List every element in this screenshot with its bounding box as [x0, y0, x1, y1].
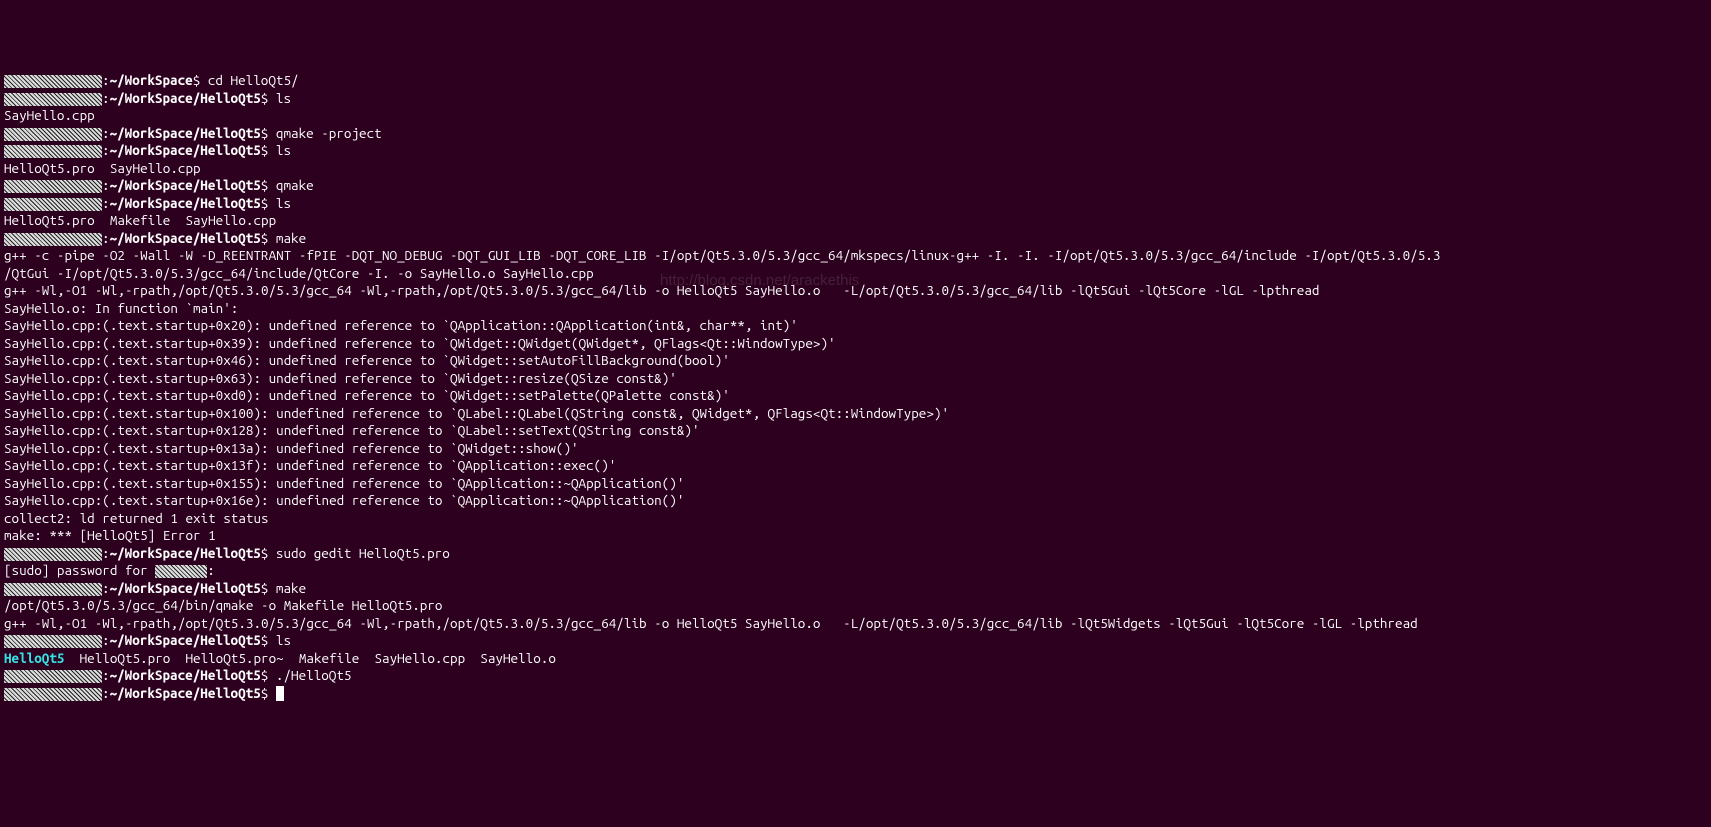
output-line: HelloQt5.pro SayHello.cpp — [4, 160, 201, 176]
output-line: HelloQt5.pro Makefile SayHello.cpp — [4, 212, 276, 228]
user-host-redacted — [4, 233, 102, 246]
output-line: /QtGui -I/opt/Qt5.3.0/5.3/gcc_64/include… — [4, 265, 594, 281]
error-line: SayHello.cpp:(.text.startup+0xd0): undef… — [4, 387, 730, 403]
command-input: make — [276, 580, 306, 596]
error-line: SayHello.cpp:(.text.startup+0x155): unde… — [4, 475, 684, 491]
output-line: [sudo] password for — [4, 562, 155, 578]
command-input: ls — [276, 142, 291, 158]
error-line: SayHello.cpp:(.text.startup+0x100): unde… — [4, 405, 949, 421]
output-line: SayHello.o: In function `main': — [4, 300, 238, 316]
prompt: : — [102, 72, 110, 88]
output-line: g++ -Wl,-O1 -Wl,-rpath,/opt/Qt5.3.0/5.3/… — [4, 282, 1327, 298]
error-line: SayHello.cpp:(.text.startup+0x46): undef… — [4, 352, 730, 368]
output-line: g++ -Wl,-O1 -Wl,-rpath,/opt/Qt5.3.0/5.3/… — [4, 615, 1425, 631]
user-host-redacted — [4, 548, 102, 561]
output-line: SayHello.cpp — [4, 107, 95, 123]
error-line: SayHello.cpp:(.text.startup+0x16e): unde… — [4, 492, 684, 508]
command-input: make — [276, 230, 306, 246]
output-line: /opt/Qt5.3.0/5.3/gcc_64/bin/qmake -o Mak… — [4, 597, 442, 613]
user-host-redacted — [4, 128, 102, 141]
user-host-redacted — [4, 688, 102, 701]
executable-file: HelloQt5 — [4, 650, 64, 666]
command-input: qmake -project — [276, 125, 382, 141]
output-line: make: *** [HelloQt5] Error 1 — [4, 527, 216, 543]
command-input: ls — [276, 195, 291, 211]
command-input: ls — [276, 90, 291, 106]
terminal[interactable]: :~/WorkSpace$ cd HelloQt5/ :~/WorkSpace/… — [4, 72, 1707, 702]
cwd: ~/WorkSpace — [110, 72, 193, 88]
error-line: SayHello.cpp:(.text.startup+0x13f): unde… — [4, 457, 616, 473]
cwd: ~/WorkSpace/HelloQt5 — [110, 90, 261, 106]
output-line: collect2: ld returned 1 exit status — [4, 510, 269, 526]
command-input: ./HelloQt5 — [276, 667, 352, 683]
output-line: HelloQt5.pro HelloQt5.pro~ Makefile SayH… — [64, 650, 555, 666]
error-line: SayHello.cpp:(.text.startup+0x128): unde… — [4, 422, 700, 438]
user-host-redacted — [4, 93, 102, 106]
user-host-redacted — [4, 145, 102, 158]
user-host-redacted — [4, 75, 102, 88]
cursor[interactable] — [276, 686, 284, 701]
command-input: ls — [276, 632, 291, 648]
error-line: SayHello.cpp:(.text.startup+0x20): undef… — [4, 317, 798, 333]
error-line: SayHello.cpp:(.text.startup+0x13a): unde… — [4, 440, 579, 456]
output-line: g++ -c -pipe -O2 -Wall -W -D_REENTRANT -… — [4, 247, 1440, 263]
error-line: SayHello.cpp:(.text.startup+0x39): undef… — [4, 335, 836, 351]
user-host-redacted — [4, 198, 102, 211]
user-host-redacted — [4, 583, 102, 596]
user-host-redacted — [4, 635, 102, 648]
command-input: sudo gedit HelloQt5.pro — [276, 545, 450, 561]
command-input: qmake — [276, 177, 314, 193]
user-redacted — [155, 565, 207, 578]
error-line: SayHello.cpp:(.text.startup+0x63): undef… — [4, 370, 677, 386]
command-input: cd HelloQt5/ — [208, 72, 299, 88]
user-host-redacted — [4, 180, 102, 193]
user-host-redacted — [4, 670, 102, 683]
